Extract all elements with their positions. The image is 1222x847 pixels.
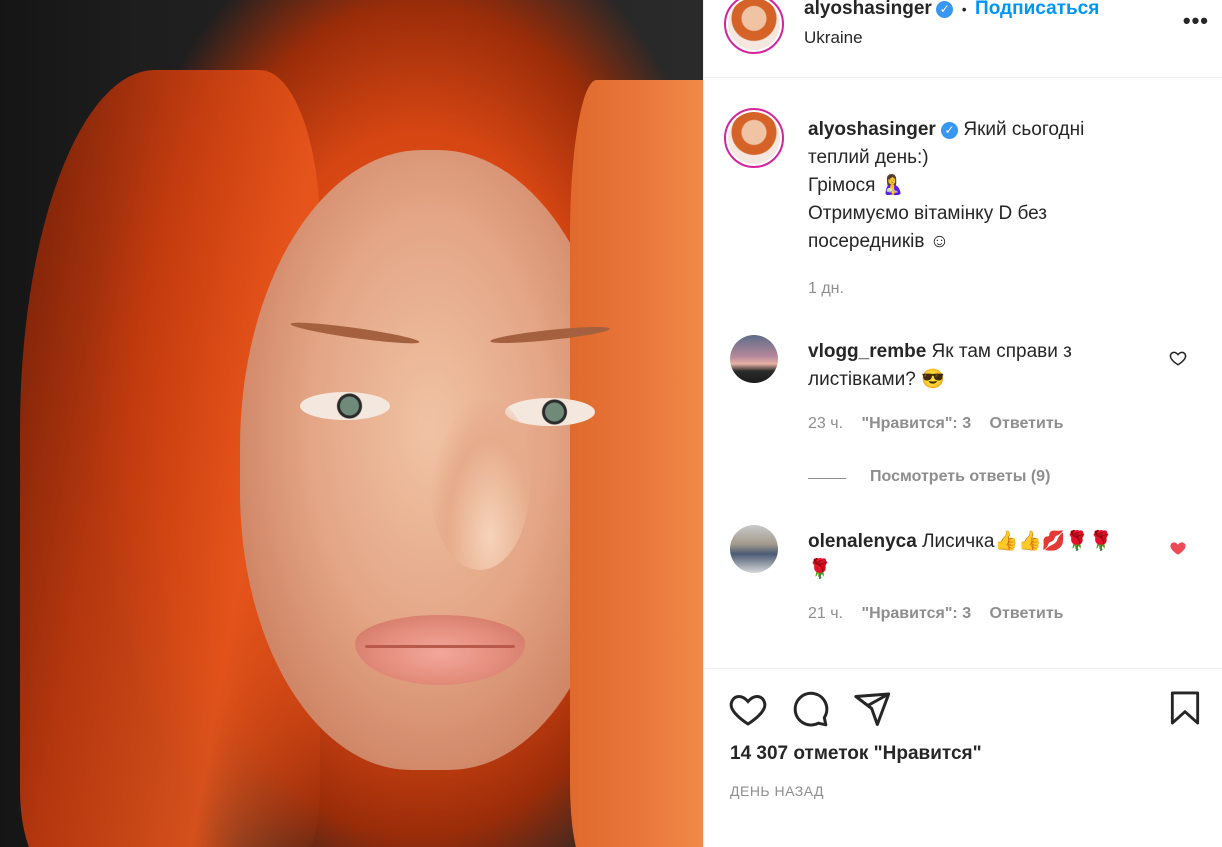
- post-side-panel: alyoshasinger ✓ • Подписаться Ukraine ••…: [703, 0, 1222, 847]
- commenter-avatar[interactable]: [730, 525, 778, 573]
- photo-hair-right: [570, 80, 703, 847]
- photo-nose: [430, 400, 530, 570]
- comment-reply-button[interactable]: Ответить: [990, 415, 1064, 432]
- verified-icon: ✓: [941, 122, 959, 139]
- comment-likes-count[interactable]: "Нравится": 3: [861, 605, 971, 622]
- photo-lipline: [365, 645, 515, 648]
- comment-text: листівками? 😎: [808, 369, 945, 390]
- share-send-icon[interactable]: [852, 689, 892, 729]
- commenter-username[interactable]: olenalenyca: [808, 531, 917, 552]
- caption-line: посередників ☺: [808, 231, 950, 252]
- comment-meta: 23 ч. "Нравится": 3 Ответить: [808, 415, 1063, 433]
- comment-likes-count[interactable]: "Нравится": 3: [861, 415, 971, 432]
- caption-line: Який сьогодні: [963, 119, 1085, 140]
- caption-line: Грімося 🤱: [808, 175, 905, 196]
- photo-eye-left: [300, 392, 390, 420]
- caption: alyoshasinger ✓ Який сьогодні теплий ден…: [808, 116, 1208, 256]
- separator-dot: •: [961, 1, 967, 17]
- follow-button[interactable]: Подписаться: [975, 0, 1099, 19]
- comment-time[interactable]: 21 ч.: [808, 605, 843, 622]
- commenter-avatar[interactable]: [730, 335, 778, 383]
- verified-icon: ✓: [936, 1, 954, 18]
- replies-divider: [808, 478, 846, 479]
- comment-meta: 21 ч. "Нравится": 3 Ответить: [808, 605, 1063, 623]
- more-options-icon[interactable]: •••: [1183, 8, 1209, 34]
- comment-text: Лисичка👍👍💋🌹🌹: [922, 531, 1113, 552]
- caption-line: теплий день:): [808, 147, 929, 168]
- header-user-line: alyoshasinger ✓ • Подписаться: [804, 0, 1099, 20]
- comments-section[interactable]: alyoshasinger ✓ Який сьогодні теплий ден…: [704, 78, 1222, 668]
- comment-time[interactable]: 23 ч.: [808, 415, 843, 432]
- post-location[interactable]: Ukraine: [804, 28, 863, 48]
- post-photo[interactable]: [0, 0, 703, 847]
- comment-text: Як там справи з: [931, 341, 1072, 362]
- comment-like-heart-icon[interactable]: [1169, 349, 1187, 367]
- comment-body: vlogg_rembe Як там справи з листівками? …: [808, 338, 1158, 394]
- view-replies-button[interactable]: Посмотреть ответы (9): [870, 468, 1050, 486]
- caption-author-avatar[interactable]: [724, 108, 784, 168]
- comment-reply-button[interactable]: Ответить: [990, 605, 1064, 622]
- post-timestamp[interactable]: ДЕНЬ НАЗАД: [730, 783, 824, 799]
- comment-liked-heart-icon[interactable]: [1169, 539, 1187, 557]
- like-heart-icon[interactable]: [728, 689, 768, 729]
- caption-line: Отримуємо вітамінку D без: [808, 203, 1048, 224]
- save-bookmark-icon[interactable]: [1166, 687, 1204, 729]
- post-actions: 14 307 отметок "Нравится" ДЕНЬ НАЗАД: [704, 668, 1222, 847]
- caption-timestamp[interactable]: 1 дн.: [808, 280, 844, 298]
- post-header: alyoshasinger ✓ • Подписаться Ukraine ••…: [704, 0, 1222, 78]
- comment-text: 🌹: [808, 559, 832, 580]
- likes-count[interactable]: 14 307 отметок "Нравится": [730, 743, 982, 765]
- author-username[interactable]: alyoshasinger: [804, 0, 932, 19]
- comment-body: olenalenyca Лисичка👍👍💋🌹🌹 🌹: [808, 528, 1158, 584]
- caption-username[interactable]: alyoshasinger: [808, 119, 936, 140]
- comment-bubble-icon[interactable]: [790, 689, 830, 729]
- author-avatar[interactable]: [724, 0, 784, 54]
- commenter-username[interactable]: vlogg_rembe: [808, 341, 926, 362]
